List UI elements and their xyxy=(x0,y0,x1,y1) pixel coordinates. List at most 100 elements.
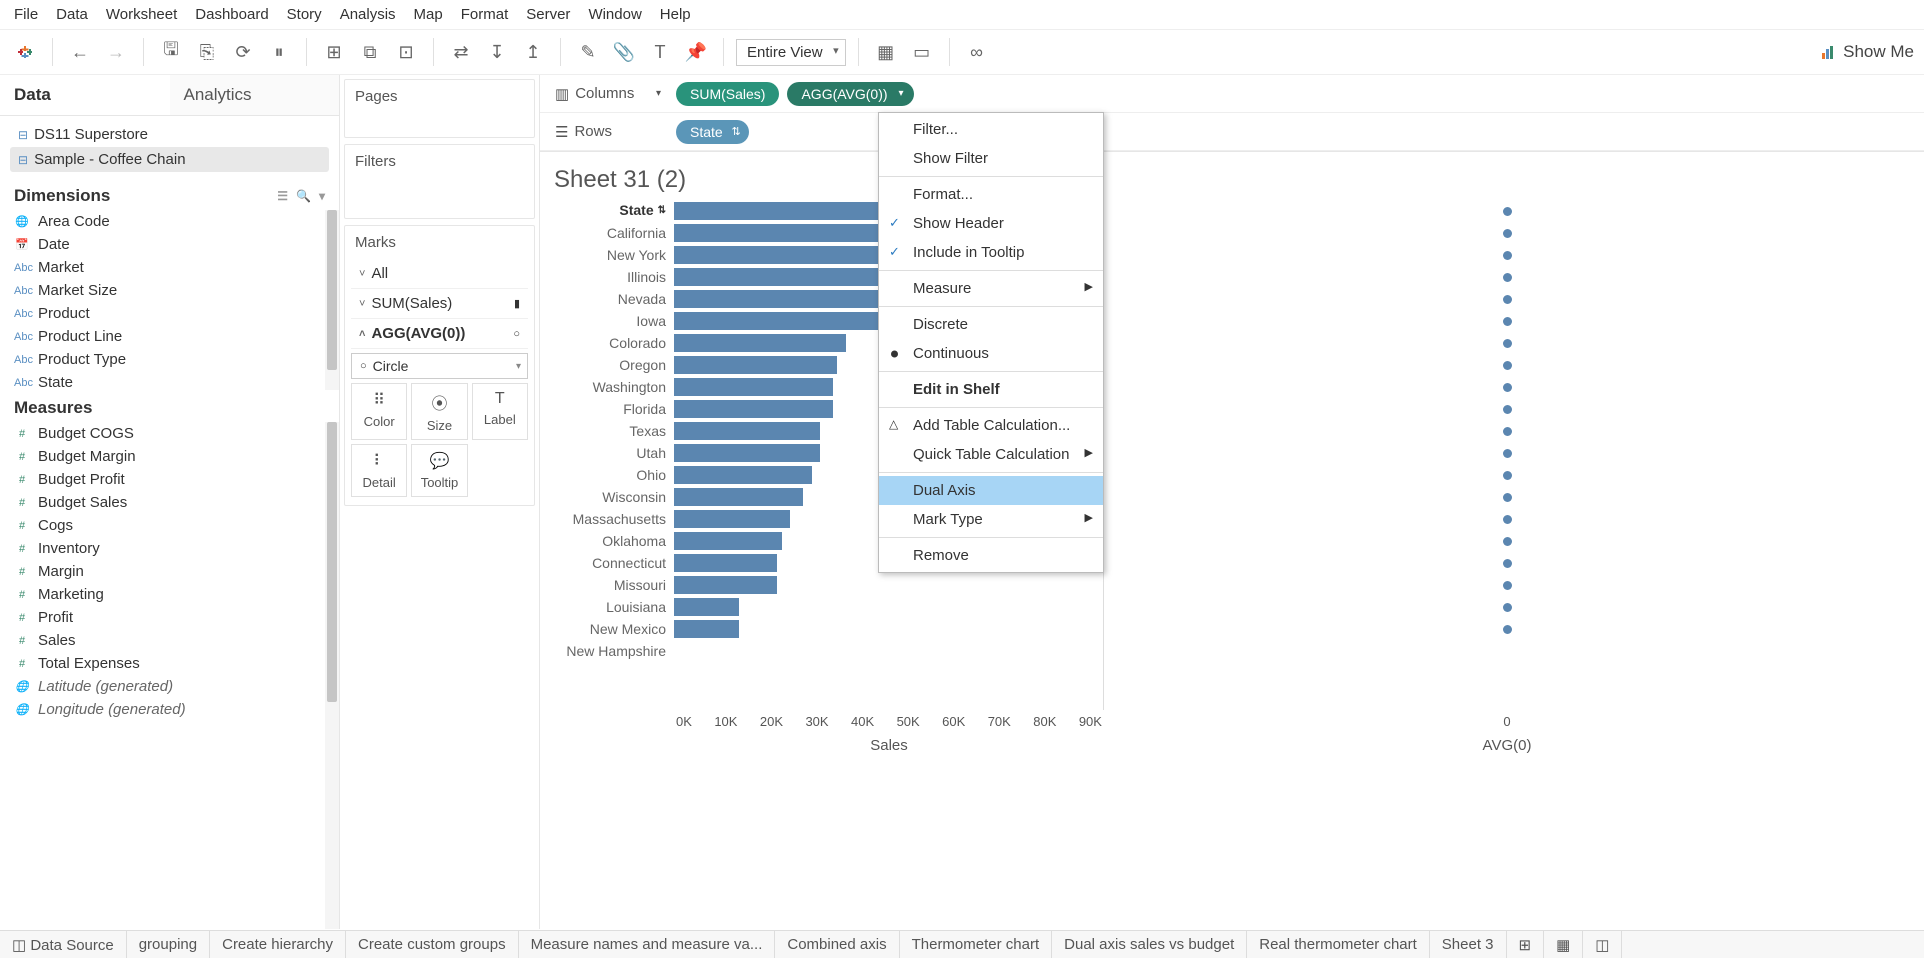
tab-analytics[interactable]: Analytics xyxy=(170,75,340,115)
ctx-mark-type[interactable]: ▶Mark Type xyxy=(879,505,1103,534)
measure-field[interactable]: #Profit xyxy=(0,606,325,629)
bar[interactable] xyxy=(674,312,880,330)
sheet-tab[interactable]: Sheet 3 xyxy=(1430,931,1507,958)
ctx-remove[interactable]: Remove xyxy=(879,541,1103,570)
dot-mark[interactable] xyxy=(1503,515,1512,524)
swap-icon[interactable]: ⇄ xyxy=(446,37,476,67)
marks-detail-button[interactable]: ⠇Detail xyxy=(351,444,407,497)
pill-sum-sales[interactable]: SUM(Sales) xyxy=(676,82,779,106)
scrollbar[interactable] xyxy=(325,210,339,390)
menu-data[interactable]: Data xyxy=(56,6,88,23)
measure-field[interactable]: #Margin xyxy=(0,560,325,583)
dot-mark[interactable] xyxy=(1503,493,1512,502)
back-icon[interactable]: ← xyxy=(65,37,95,67)
list-view-icon[interactable]: ☰ xyxy=(277,189,288,203)
dot-mark[interactable] xyxy=(1503,405,1512,414)
marks-all[interactable]: ˅All xyxy=(351,259,528,289)
new-sheet-tab[interactable]: ⊞ xyxy=(1507,931,1545,958)
bar[interactable] xyxy=(674,400,833,418)
measure-field[interactable]: #Total Expenses xyxy=(0,652,325,675)
marks-color-button[interactable]: ⠿Color xyxy=(351,383,407,440)
menu-window[interactable]: Window xyxy=(588,6,641,23)
ctx-discrete[interactable]: Discrete xyxy=(879,310,1103,339)
save-icon[interactable]: 🖫 xyxy=(156,37,186,67)
dot-mark[interactable] xyxy=(1503,383,1512,392)
measure-field[interactable]: #Inventory xyxy=(0,537,325,560)
menu-format[interactable]: Format xyxy=(461,6,509,23)
dot-mark[interactable] xyxy=(1503,449,1512,458)
show-me-button[interactable]: Show Me xyxy=(1821,42,1914,62)
dot-mark[interactable] xyxy=(1503,537,1512,546)
datasource-item[interactable]: ⊟DS11 Superstore xyxy=(10,122,329,147)
search-field-icon[interactable]: 🔍 xyxy=(296,189,311,203)
dimension-field[interactable]: AbcProduct Type xyxy=(0,348,325,371)
dot-mark[interactable] xyxy=(1503,295,1512,304)
measure-field[interactable]: #Cogs xyxy=(0,514,325,537)
highlight-icon[interactable]: ✎ xyxy=(573,37,603,67)
clear-icon[interactable]: ⊡ xyxy=(391,37,421,67)
fit-selector[interactable]: Entire View xyxy=(736,39,846,66)
dot-mark[interactable] xyxy=(1503,581,1512,590)
dimension-field[interactable]: AbcMarket xyxy=(0,256,325,279)
state-header[interactable]: State⇅ xyxy=(554,200,674,222)
dimension-field[interactable]: AbcProduct xyxy=(0,302,325,325)
sheet-tab[interactable]: Real thermometer chart xyxy=(1247,931,1430,958)
ctx-quick-table-calculation[interactable]: ▶Quick Table Calculation xyxy=(879,440,1103,469)
forward-icon[interactable]: → xyxy=(101,37,131,67)
sheet-tab[interactable]: grouping xyxy=(127,931,210,958)
ctx-include-in-tooltip[interactable]: ✓Include in Tooltip xyxy=(879,238,1103,267)
menu-file[interactable]: File xyxy=(14,6,38,23)
measure-field[interactable]: #Budget Sales xyxy=(0,491,325,514)
pin-icon[interactable]: 📌 xyxy=(681,37,711,67)
bar[interactable] xyxy=(674,576,777,594)
dot-mark[interactable] xyxy=(1503,361,1512,370)
menu-worksheet[interactable]: Worksheet xyxy=(106,6,177,23)
sort-desc-icon[interactable]: ↥ xyxy=(518,37,548,67)
pill-state[interactable]: State⇅ xyxy=(676,120,749,144)
bar[interactable] xyxy=(674,510,790,528)
bar[interactable] xyxy=(674,378,833,396)
marks-sum-sales[interactable]: ˅SUM(Sales)▮ xyxy=(351,289,528,319)
measure-field[interactable]: #Sales xyxy=(0,629,325,652)
bar[interactable] xyxy=(674,488,803,506)
sheet-tab[interactable]: Measure names and measure va... xyxy=(519,931,776,958)
sheet-tab[interactable]: Dual axis sales vs budget xyxy=(1052,931,1247,958)
menu-map[interactable]: Map xyxy=(414,6,443,23)
dot-mark[interactable] xyxy=(1503,273,1512,282)
dimension-field[interactable]: AbcProduct Line xyxy=(0,325,325,348)
dot-mark[interactable] xyxy=(1503,625,1512,634)
marks-agg-avg0[interactable]: ˄AGG(AVG(0))○ xyxy=(351,319,528,349)
dot-mark[interactable] xyxy=(1503,471,1512,480)
pause-icon[interactable]: ⏸ xyxy=(264,37,294,67)
dimension-field[interactable]: 🌐Area Code xyxy=(0,210,325,233)
sheet-tab[interactable]: Combined axis xyxy=(775,931,899,958)
presentation-icon[interactable]: ▭ xyxy=(907,37,937,67)
dot-mark[interactable] xyxy=(1503,559,1512,568)
ctx-measure[interactable]: ▶Measure xyxy=(879,274,1103,303)
measure-field[interactable]: #Budget Profit xyxy=(0,468,325,491)
dimension-field[interactable]: 📅Date xyxy=(0,233,325,256)
dot-mark[interactable] xyxy=(1503,603,1512,612)
sheet-tab[interactable]: Thermometer chart xyxy=(900,931,1053,958)
ctx-dual-axis[interactable]: Dual Axis xyxy=(879,476,1103,505)
duplicate-icon[interactable]: ⧉ xyxy=(355,37,385,67)
bar[interactable] xyxy=(674,466,812,484)
menu-story[interactable]: Story xyxy=(287,6,322,23)
measure-field[interactable]: 🌐Latitude (generated) xyxy=(0,675,325,698)
bar[interactable] xyxy=(674,422,820,440)
menu-server[interactable]: Server xyxy=(526,6,570,23)
dimension-field[interactable]: AbcMarket Size xyxy=(0,279,325,302)
new-story-tab[interactable]: ◫ xyxy=(1583,931,1622,958)
mark-type-selector[interactable]: ○Circle xyxy=(351,353,528,379)
sheet-tab[interactable]: Create custom groups xyxy=(346,931,519,958)
sheet-tab[interactable]: Create hierarchy xyxy=(210,931,346,958)
marks-tooltip-button[interactable]: 💬Tooltip xyxy=(411,444,467,497)
menu-analysis[interactable]: Analysis xyxy=(340,6,396,23)
sheet-title[interactable]: Sheet 31 (2) xyxy=(554,166,1910,194)
measure-field[interactable]: #Marketing xyxy=(0,583,325,606)
sort-asc-icon[interactable]: ↧ xyxy=(482,37,512,67)
bar[interactable] xyxy=(674,620,739,638)
dot-mark[interactable] xyxy=(1503,229,1512,238)
ctx-add-table-calculation-[interactable]: △Add Table Calculation... xyxy=(879,411,1103,440)
datasource-item[interactable]: ⊟Sample - Coffee Chain xyxy=(10,147,329,172)
